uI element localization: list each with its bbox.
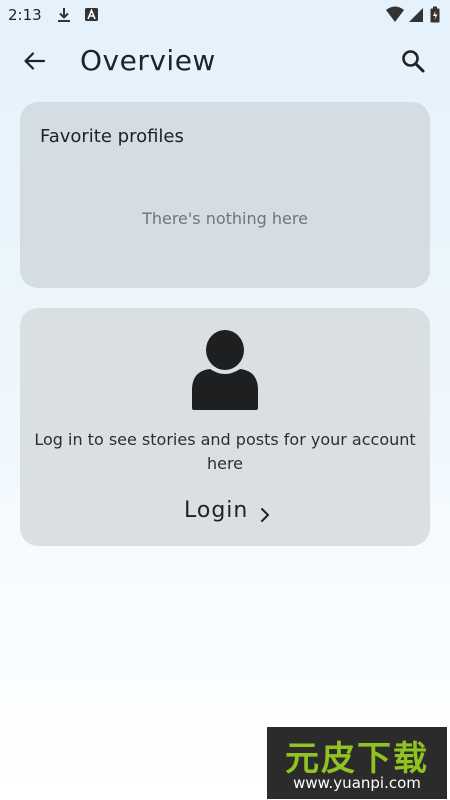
- search-button[interactable]: [398, 46, 428, 76]
- a-badge-icon: [84, 6, 100, 28]
- download-icon: [55, 6, 73, 28]
- wifi-icon: [385, 6, 405, 28]
- login-button-label: Login: [184, 498, 249, 523]
- watermark-url: www.yuanpi.com: [293, 774, 421, 792]
- login-card: Log in to see stories and posts for your…: [20, 308, 430, 546]
- chevron-right-icon: [261, 508, 269, 522]
- login-prompt-text: Log in to see stories and posts for your…: [34, 430, 416, 473]
- page-title: Overview: [80, 44, 216, 77]
- search-icon: [402, 50, 425, 73]
- cellular-signal-icon: [407, 6, 425, 28]
- battery-icon: [429, 6, 441, 28]
- empty-state-text: There's nothing here: [142, 209, 308, 228]
- arrow-left-icon: [24, 52, 46, 70]
- status-time: 2:13: [8, 6, 42, 24]
- back-button[interactable]: [18, 46, 52, 76]
- watermark-logo: 元皮下载 www.yuanpi.com: [267, 727, 447, 799]
- login-button[interactable]: Login: [175, 496, 275, 528]
- watermark-logo-text: 元皮下载: [285, 739, 429, 779]
- favorite-profiles-title: Favorite profiles: [40, 126, 184, 147]
- status-bar: 2:13: [0, 0, 450, 30]
- person-icon: [192, 330, 258, 410]
- favorite-profiles-card: Favorite profiles There's nothing here: [20, 102, 430, 288]
- top-app-bar: Overview: [0, 34, 450, 90]
